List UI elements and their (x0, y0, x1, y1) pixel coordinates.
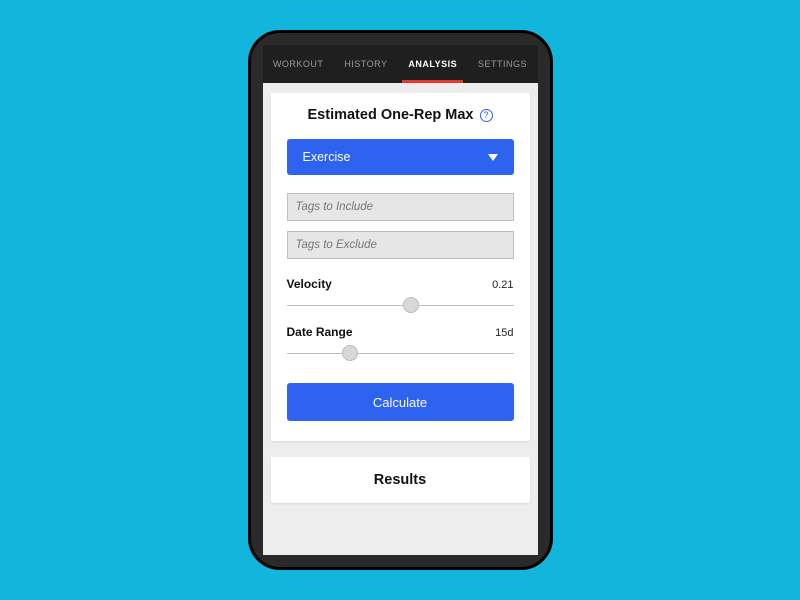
results-title: Results (374, 472, 426, 488)
results-card: Results (271, 457, 530, 503)
tab-settings[interactable]: SETTINGS (472, 45, 533, 83)
velocity-slider-block: Velocity 0.21 (287, 277, 514, 317)
screen-content: Estimated One-Rep Max ? Exercise Velocit… (263, 83, 538, 555)
tab-label: WORKOUT (273, 59, 324, 69)
help-icon[interactable]: ? (480, 109, 493, 122)
daterange-label: Date Range (287, 325, 353, 339)
velocity-label: Velocity (287, 277, 332, 291)
velocity-slider[interactable] (287, 293, 514, 317)
daterange-slider[interactable] (287, 341, 514, 365)
tags-exclude-input[interactable] (287, 231, 514, 259)
calculate-button[interactable]: Calculate (287, 383, 514, 421)
card-title: Estimated One-Rep Max (308, 107, 474, 123)
tab-label: SETTINGS (478, 59, 527, 69)
exercise-dropdown[interactable]: Exercise (287, 139, 514, 175)
card-title-row: Estimated One-Rep Max ? (287, 107, 514, 123)
daterange-slider-block: Date Range 15d (287, 325, 514, 365)
tab-analysis[interactable]: ANALYSIS (402, 45, 463, 83)
exercise-dropdown-label: Exercise (303, 150, 351, 164)
tab-bar: WORKOUT HISTORY ANALYSIS SETTINGS (263, 45, 538, 83)
calculate-button-label: Calculate (373, 395, 427, 410)
slider-rail (287, 353, 514, 354)
tab-workout[interactable]: WORKOUT (267, 45, 330, 83)
slider-handle[interactable] (342, 345, 358, 361)
chevron-down-icon (488, 154, 498, 161)
analysis-card: Estimated One-Rep Max ? Exercise Velocit… (271, 93, 530, 441)
tab-label: ANALYSIS (408, 59, 457, 69)
tab-label: HISTORY (344, 59, 387, 69)
tab-history[interactable]: HISTORY (338, 45, 393, 83)
phone-frame: WORKOUT HISTORY ANALYSIS SETTINGS Estima… (248, 30, 553, 570)
slider-handle[interactable] (403, 297, 419, 313)
daterange-value: 15d (495, 327, 513, 339)
velocity-value: 0.21 (492, 279, 513, 291)
slider-rail (287, 305, 514, 306)
tags-include-input[interactable] (287, 193, 514, 221)
